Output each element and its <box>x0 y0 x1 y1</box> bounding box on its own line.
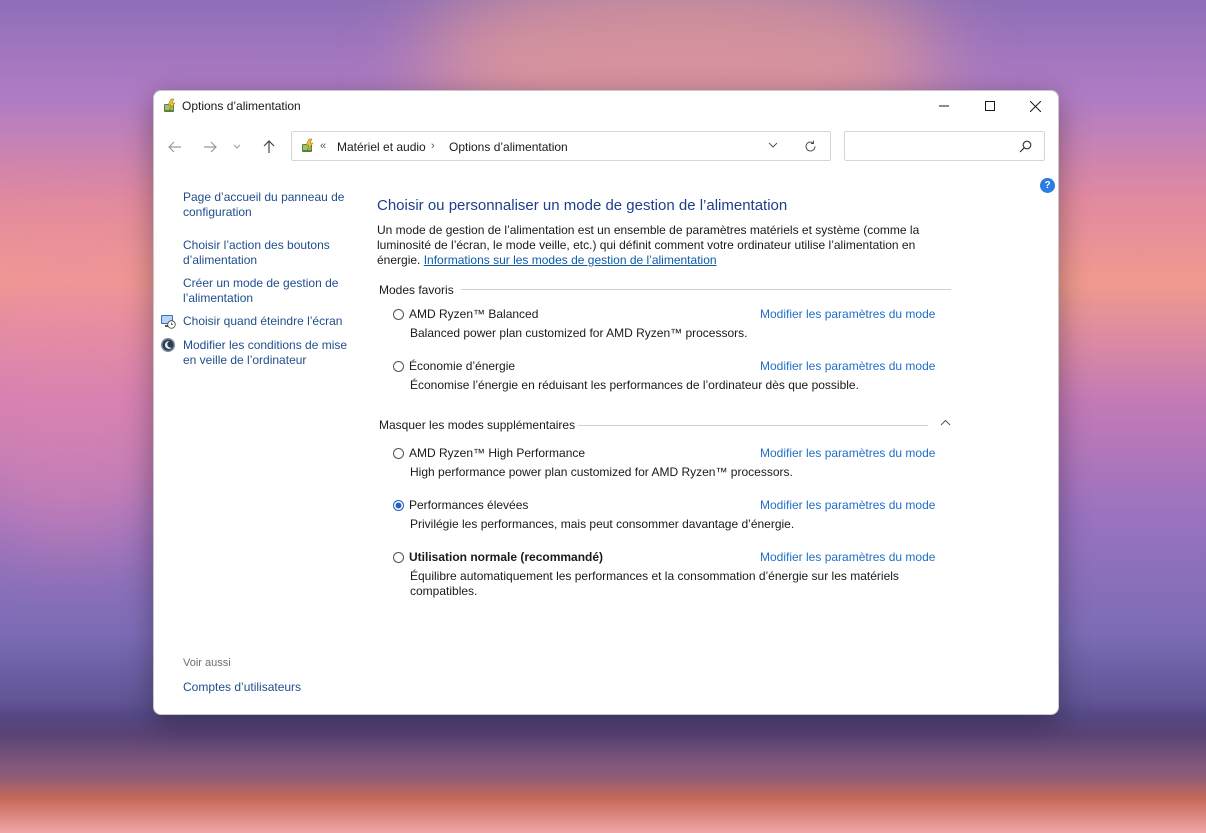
change-plan-settings-link[interactable]: Modifier les paramètres du mode <box>760 307 935 321</box>
change-plan-settings-link[interactable]: Modifier les paramètres du mode <box>760 498 935 512</box>
plan-name-power-saver[interactable]: Économie d’énergie <box>409 359 515 373</box>
breadcrumb-hardware-sound[interactable]: Matériel et audio <box>337 140 426 154</box>
power-options-window: Options d’alimentation « Matériel et aud… <box>153 90 1059 715</box>
moon-icon <box>161 338 175 352</box>
breadcrumb-power-options[interactable]: Options d’alimentation <box>449 140 568 154</box>
plan-desc-high-performance: Privilégie les performances, mais peut c… <box>410 517 795 531</box>
back-button[interactable] <box>164 137 186 157</box>
help-button[interactable]: ? <box>1040 178 1055 193</box>
plan-radio-power-saver[interactable] <box>393 361 404 372</box>
maximize-button[interactable] <box>967 91 1013 121</box>
close-icon <box>1029 100 1041 112</box>
change-plan-settings-link[interactable]: Modifier les paramètres du mode <box>760 550 935 564</box>
window-title: Options d’alimentation <box>182 99 301 113</box>
info-link[interactable]: Informations sur les modes de gestion de… <box>424 253 717 267</box>
page-description: Un mode de gestion de l’alimentation est… <box>377 223 937 268</box>
extra-plans-group-header[interactable]: Masquer les modes supplémentaires <box>379 418 575 432</box>
close-button[interactable] <box>1012 91 1058 121</box>
change-plan-settings-link[interactable]: Modifier les paramètres du mode <box>760 359 935 373</box>
plan-name-amd-balanced[interactable]: AMD Ryzen™ Balanced <box>409 307 538 321</box>
plan-desc-amd-balanced: Balanced power plan customized for AMD R… <box>410 326 748 340</box>
maximize-icon <box>985 101 995 111</box>
power-options-icon <box>164 98 176 112</box>
breadcrumb-separator[interactable]: › <box>431 140 435 152</box>
address-dropdown-icon[interactable] <box>768 141 778 149</box>
sidebar-item-sleep-settings[interactable]: Modifier les conditions de mise en veill… <box>183 338 358 368</box>
plan-radio-balanced[interactable] <box>393 552 404 563</box>
search-input[interactable] <box>851 137 1015 157</box>
up-button[interactable] <box>258 137 280 157</box>
plan-desc-power-saver: Économise l’énergie en réduisant les per… <box>410 378 859 392</box>
arrow-right-icon <box>204 141 217 153</box>
sidebar-item-create-plan[interactable]: Créer un mode de gestion de l’alimentati… <box>183 276 358 306</box>
address-bar[interactable]: « Matériel et audio › Options d’alimenta… <box>291 131 831 161</box>
plan-desc-amd-high-performance: High performance power plan customized f… <box>410 465 793 479</box>
arrow-left-icon <box>168 141 181 153</box>
title-bar[interactable]: Options d’alimentation <box>154 91 1058 121</box>
breadcrumb-overflow[interactable]: « <box>320 140 326 152</box>
plan-name-balanced[interactable]: Utilisation normale (recommandé) <box>409 550 603 564</box>
chevron-down-icon <box>233 144 241 149</box>
search-box[interactable] <box>844 131 1045 161</box>
change-plan-settings-link[interactable]: Modifier les paramètres du mode <box>760 446 935 460</box>
plan-desc-balanced: Équilibre automatiquement les performanc… <box>410 569 899 598</box>
refresh-icon[interactable] <box>804 140 817 153</box>
favorites-group-header: Modes favoris <box>379 283 454 297</box>
recent-locations-button[interactable] <box>230 137 244 157</box>
minimize-button[interactable] <box>921 91 967 121</box>
plan-radio-high-performance[interactable] <box>393 500 404 511</box>
chevron-up-icon[interactable] <box>940 419 951 426</box>
sidebar-item-power-buttons[interactable]: Choisir l’action des boutons d’alimentat… <box>183 238 358 268</box>
minimize-icon <box>939 105 949 107</box>
sidebar-item-control-panel-home[interactable]: Page d’accueil du panneau de configurati… <box>183 190 358 220</box>
see-also-label: Voir aussi <box>183 657 231 669</box>
plan-name-amd-high-performance[interactable]: AMD Ryzen™ High Performance <box>409 446 585 460</box>
plan-radio-amd-high-performance[interactable] <box>393 448 404 459</box>
extra-plans-divider <box>578 425 928 426</box>
forward-button[interactable] <box>199 137 221 157</box>
monitor-clock-icon <box>161 315 176 329</box>
page-title: Choisir ou personnaliser un mode de gest… <box>377 197 788 214</box>
arrow-up-icon <box>263 140 275 153</box>
navigation-bar: « Matériel et audio › Options d’alimenta… <box>154 129 1058 165</box>
sidebar-item-user-accounts[interactable]: Comptes d’utilisateurs <box>183 680 358 695</box>
control-panel-icon <box>302 138 314 152</box>
sidebar-item-display-off[interactable]: Choisir quand éteindre l’écran <box>183 314 358 329</box>
plan-radio-amd-balanced[interactable] <box>393 309 404 320</box>
plan-name-high-performance[interactable]: Performances élevées <box>409 498 528 512</box>
search-icon[interactable] <box>1019 140 1032 153</box>
favorites-divider <box>461 289 951 290</box>
